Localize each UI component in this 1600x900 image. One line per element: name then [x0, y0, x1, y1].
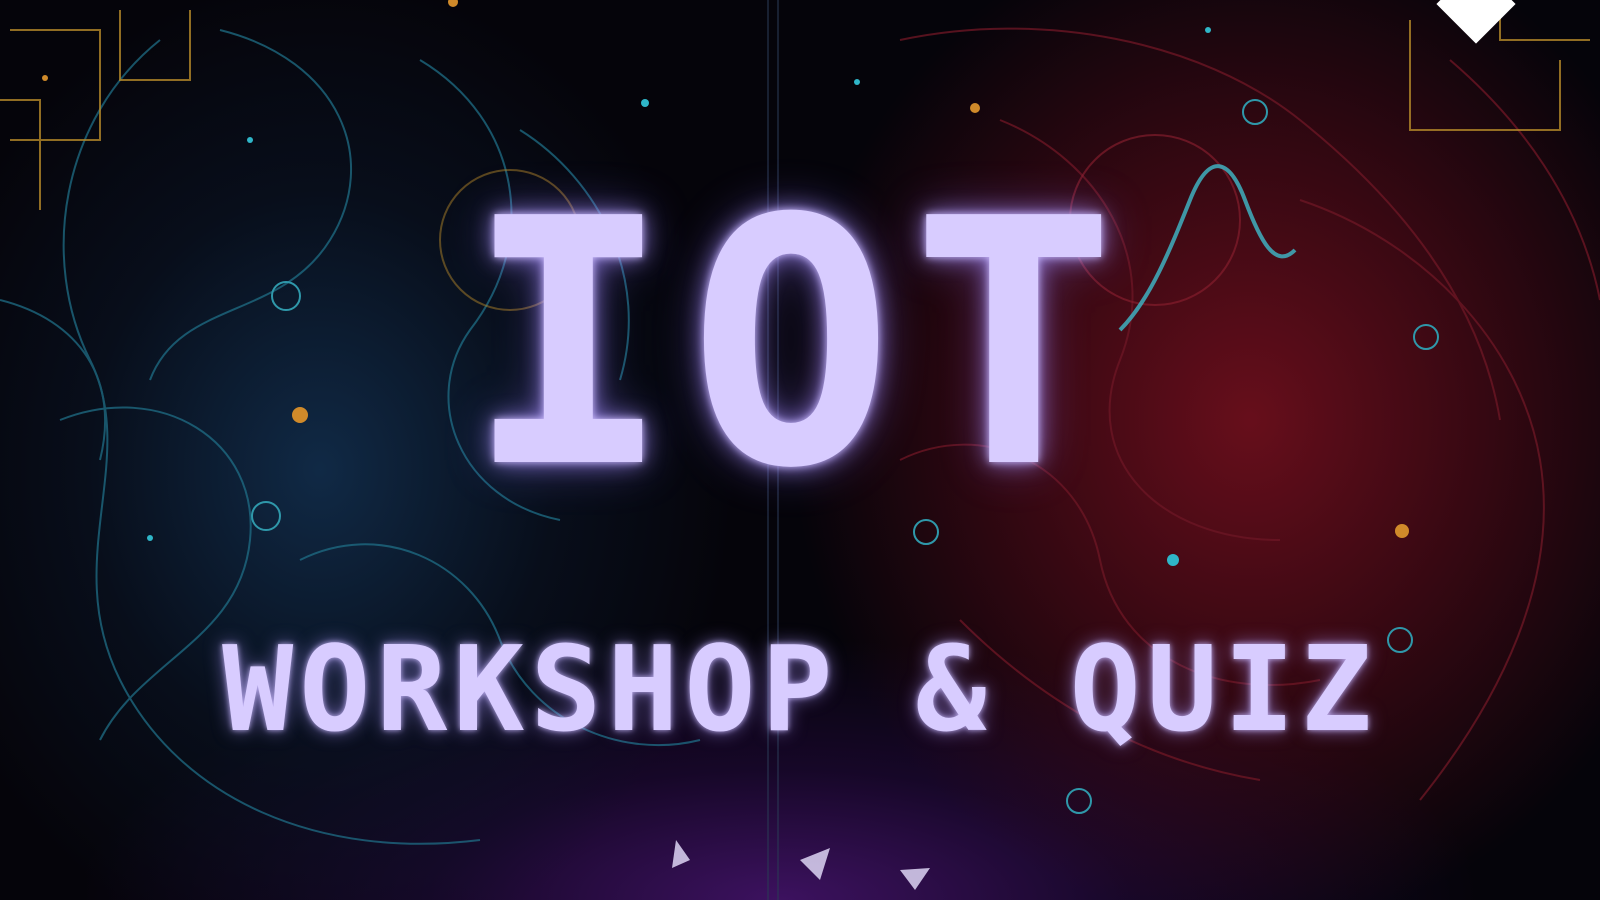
crystal-shards	[672, 840, 930, 890]
event-poster: IOT WORKSHOP & QUIZ	[0, 0, 1600, 900]
poster-title: IOT	[465, 147, 1135, 543]
poster-subtitle: WORKSHOP & QUIZ	[222, 620, 1378, 758]
